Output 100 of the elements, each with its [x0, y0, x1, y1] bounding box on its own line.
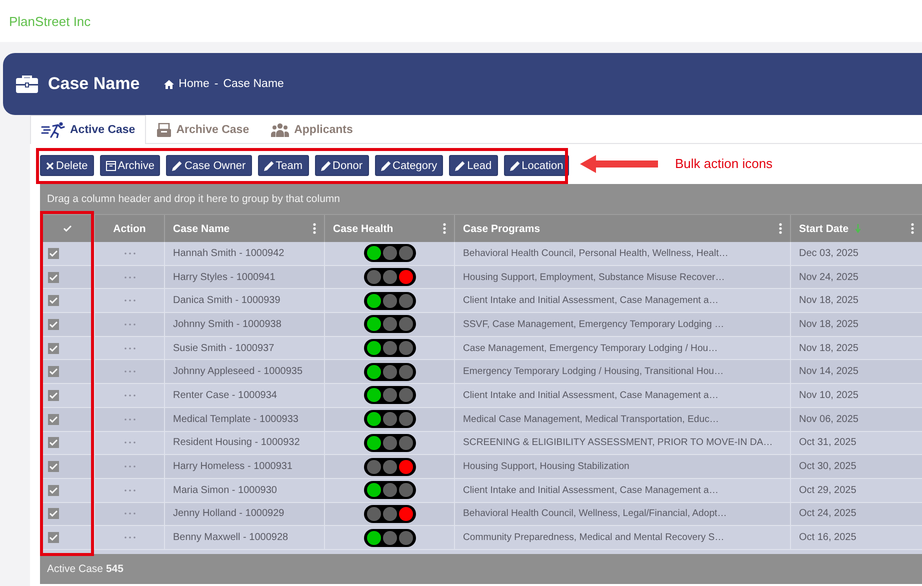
table-cell: Oct 24, 2025: [799, 508, 856, 520]
case-name-link[interactable]: Medical Template - 1000933: [173, 414, 298, 425]
column-menu-icon[interactable]: [443, 223, 446, 234]
case-name-link[interactable]: Danica Smith - 1000939: [173, 295, 280, 306]
pencil-icon: [455, 160, 466, 170]
bulk-action-button[interactable]: Lead: [449, 155, 498, 176]
more-icon[interactable]: [124, 370, 136, 374]
table-cell: Case Management, Emergency Temporary Lodging / Hou…: [463, 342, 718, 354]
table-cell: Oct 30, 2025: [799, 461, 856, 472]
table-cell: Housing Support, Employment, Substance Misuse Recover…: [463, 272, 725, 283]
more-icon[interactable]: [124, 512, 136, 516]
tab[interactable]: Archive Case: [146, 115, 260, 143]
column-header[interactable]: Case Name: [173, 222, 230, 234]
pencil-icon: [264, 160, 274, 170]
more-icon[interactable]: [124, 441, 136, 444]
column-header[interactable]: Case Programs: [463, 222, 540, 234]
checkbox[interactable]: [48, 272, 59, 283]
status-light: [382, 506, 396, 521]
home-icon: [164, 80, 174, 88]
table-cell: Oct 31, 2025: [799, 437, 856, 448]
status-light: [382, 341, 396, 356]
record-count: Active Case 545: [47, 563, 124, 575]
case-name-link[interactable]: Harry Homeless - 1000931: [173, 461, 292, 472]
table-cell: Nov 18, 2025: [799, 295, 858, 306]
table-cell: Medical Case Management, Medical Transportation, Educ…: [463, 414, 719, 425]
bulk-action-button[interactable]: Donor: [314, 155, 368, 176]
status-light: [398, 412, 412, 426]
more-icon[interactable]: [124, 322, 136, 326]
group-by-panel[interactable]: Drag a column header and drop it here to group by that column: [40, 184, 922, 214]
status-light: [398, 294, 412, 308]
status-light: [382, 460, 396, 474]
annotation-label: Bulk action icons: [675, 156, 773, 171]
checkbox[interactable]: [48, 484, 59, 496]
status-light: [398, 246, 412, 260]
breadcrumb-link[interactable]: Home: [178, 78, 210, 90]
checkbox[interactable]: [48, 414, 59, 425]
case-name-link[interactable]: Johnny Appleseed - 1000935: [173, 366, 303, 378]
checkbox[interactable]: [48, 366, 59, 378]
table-cell: Nov 06, 2025: [799, 414, 858, 425]
checkbox[interactable]: [48, 318, 59, 330]
column-header[interactable]: Start Date: [799, 222, 849, 234]
case-name-link[interactable]: Hannah Smith - 1000942: [173, 248, 284, 259]
checkbox[interactable]: [48, 390, 59, 401]
case-name-link[interactable]: Maria Simon - 1000930: [173, 484, 277, 496]
more-icon[interactable]: [124, 252, 136, 255]
runner-icon: [41, 122, 65, 138]
checkbox[interactable]: [48, 342, 59, 354]
case-name-link[interactable]: Resident Housing - 1000932: [173, 437, 300, 448]
bulk-action-button[interactable]: Location: [504, 155, 570, 176]
checkbox[interactable]: [48, 532, 59, 544]
status-light: [398, 341, 412, 356]
table-cell: Oct 16, 2025: [799, 532, 856, 544]
group-by-hint: Drag a column header and drop it here to group by that column: [47, 193, 340, 205]
case-name-link[interactable]: Susie Smith - 1000937: [173, 342, 274, 354]
tab[interactable]: Applicants: [260, 115, 364, 143]
column-menu-icon[interactable]: [313, 223, 316, 234]
table-cell: Housing Support, Housing Stabilization: [463, 461, 630, 472]
status-light: [382, 412, 396, 426]
more-icon[interactable]: [124, 488, 136, 492]
table-cell: Community Preparedness, Medical and Mental Recovery S…: [463, 532, 724, 544]
status-light: [382, 270, 396, 284]
case-name-link[interactable]: Harry Styles - 1000941: [173, 272, 276, 283]
table-cell: Behavioral Health Council, Personal Health, Wellness, Healt…: [463, 248, 728, 259]
table-cell: Nov 14, 2025: [799, 366, 858, 378]
more-icon[interactable]: [124, 536, 136, 540]
case-name-link[interactable]: Renter Case - 1000934: [173, 390, 277, 401]
page-title: Case Name: [48, 74, 140, 94]
bulk-action-button[interactable]: Category: [374, 155, 444, 176]
column-menu-icon[interactable]: [911, 223, 914, 234]
more-icon[interactable]: [124, 394, 136, 397]
bulk-action-button[interactable]: Delete: [40, 155, 94, 176]
bulk-action-button[interactable]: Archive: [100, 155, 160, 176]
table-cell: Client Intake and Initial Assessment, Case Management a…: [463, 390, 718, 401]
tab[interactable]: Active Case: [30, 115, 146, 144]
case-name-link[interactable]: Jenny Holland - 1000929: [173, 508, 284, 520]
case-name-link[interactable]: Benny Maxwell - 1000928: [173, 532, 288, 544]
table-cell: SSVF, Case Management, Emergency Temporary Lodging …: [463, 318, 724, 330]
status-light: [398, 364, 412, 379]
breadcrumb-link[interactable]: Case Name: [223, 78, 284, 90]
more-icon[interactable]: [124, 418, 136, 421]
more-icon[interactable]: [124, 276, 136, 279]
checkbox[interactable]: [48, 461, 59, 472]
column-menu-icon[interactable]: [779, 223, 782, 234]
checkbox[interactable]: [48, 508, 59, 520]
pencil-icon: [510, 160, 520, 170]
brand-name[interactable]: PlanStreet Inc: [9, 14, 91, 28]
checkbox[interactable]: [48, 295, 59, 306]
bulk-action-button[interactable]: Team: [258, 155, 309, 176]
more-icon[interactable]: [124, 465, 136, 468]
case-name-link[interactable]: Johnny Smith - 1000938: [173, 318, 282, 330]
more-icon[interactable]: [124, 299, 136, 302]
pencil-icon: [320, 160, 331, 170]
bulk-action-button[interactable]: Case Owner: [166, 155, 252, 176]
checkbox[interactable]: [48, 248, 59, 259]
checkbox[interactable]: [48, 437, 59, 448]
column-header[interactable]: Case Health: [333, 222, 394, 234]
status-light: [366, 506, 380, 521]
column-header[interactable]: Action: [113, 222, 146, 234]
status-light: [366, 270, 380, 284]
more-icon[interactable]: [124, 346, 136, 350]
